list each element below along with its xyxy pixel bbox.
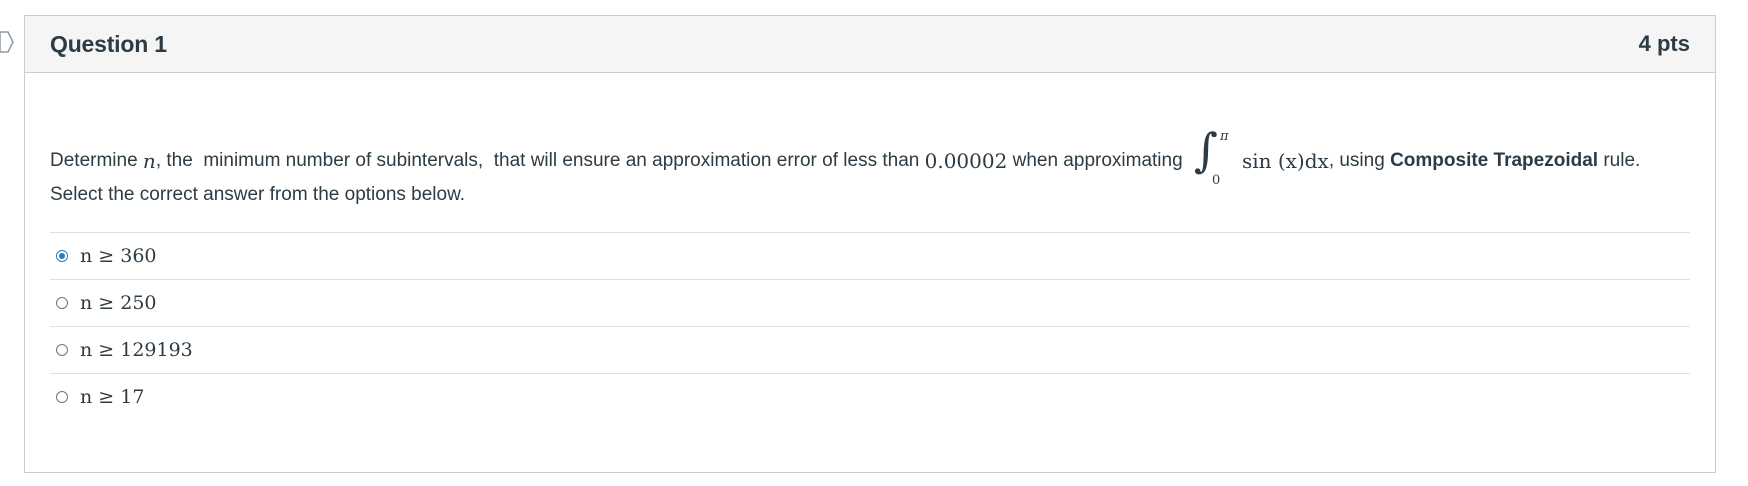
radio-button-selected[interactable] bbox=[56, 250, 68, 262]
answer-label: n ≥ 250 bbox=[80, 292, 157, 314]
question-points: 4 pts bbox=[1638, 31, 1690, 56]
radio-button[interactable] bbox=[56, 344, 68, 356]
radio-button[interactable] bbox=[56, 297, 68, 309]
question-marker-icon bbox=[0, 31, 14, 53]
question-header: Question 1 4 pts bbox=[25, 16, 1715, 73]
method-name: Composite Trapezoidal bbox=[1390, 150, 1599, 171]
radio-button[interactable] bbox=[56, 391, 68, 403]
answer-label: n ≥ 17 bbox=[80, 386, 145, 408]
prompt-text: rule. bbox=[1598, 150, 1641, 171]
integral-symbol: ∫ π 0 bbox=[1193, 123, 1229, 188]
answer-option[interactable]: n ≥ 17 bbox=[50, 373, 1690, 420]
answer-option[interactable]: n ≥ 129193 bbox=[50, 326, 1690, 373]
prompt-text: , the minimum number of subintervals, th… bbox=[155, 150, 925, 171]
answer-label: n ≥ 360 bbox=[80, 245, 157, 267]
integrand: sin (x)dx bbox=[1241, 149, 1329, 173]
error-tolerance: 0.00002 bbox=[924, 149, 1008, 173]
prompt-text: , using bbox=[1328, 150, 1391, 171]
prompt-text: Determine bbox=[50, 150, 143, 171]
question-title: Question 1 bbox=[50, 30, 167, 57]
prompt-text: when approximating bbox=[1007, 150, 1188, 171]
prompt-line: Determine n , the minimum number of subi… bbox=[50, 123, 1641, 189]
answer-option[interactable]: n ≥ 250 bbox=[50, 279, 1690, 326]
integral-lower-limit: 0 bbox=[1211, 173, 1221, 188]
answer-label: n ≥ 129193 bbox=[80, 339, 193, 361]
question-prompt: Determine n , the minimum number of subi… bbox=[50, 73, 1690, 223]
answer-list: n ≥ 360 n ≥ 250 n ≥ 129193 n ≥ 17 bbox=[50, 232, 1690, 420]
variable-n: n bbox=[142, 149, 156, 173]
answer-option[interactable]: n ≥ 360 bbox=[50, 232, 1690, 279]
question-card: Question 1 4 pts Determine n , the minim… bbox=[24, 15, 1716, 473]
integral-upper-limit: π bbox=[1219, 129, 1229, 144]
question-body: Determine n , the minimum number of subi… bbox=[25, 73, 1715, 420]
prompt-instruction: Select the correct answer from the optio… bbox=[50, 184, 466, 205]
